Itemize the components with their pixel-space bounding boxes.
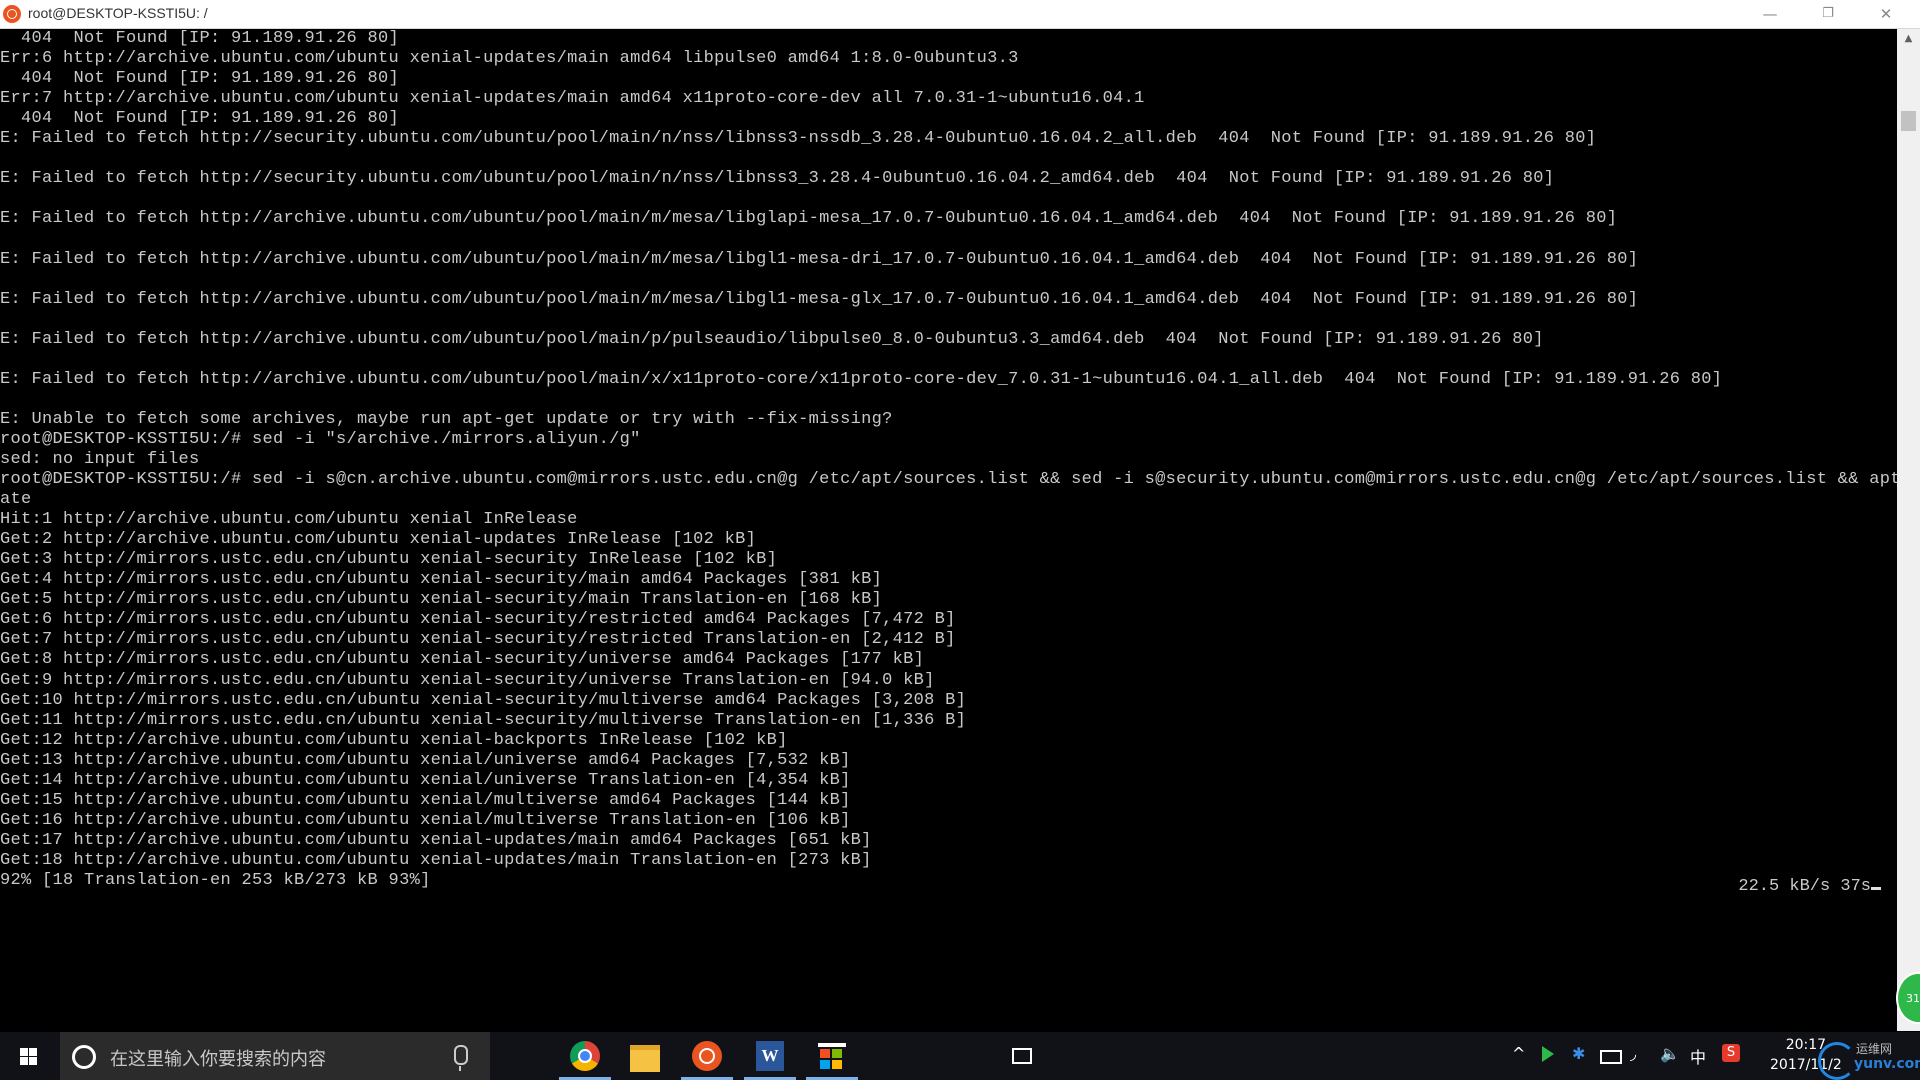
terminal-line: E: Failed to fetch http://archive.ubuntu… <box>0 209 1618 229</box>
file-explorer-icon <box>630 1045 660 1072</box>
cortana-icon <box>72 1045 96 1069</box>
bluetooth-icon[interactable]: ✱ <box>1572 1044 1585 1063</box>
chrome-icon <box>570 1041 600 1071</box>
terminal-line: E: Failed to fetch http://security.ubunt… <box>0 129 1597 149</box>
sogou-icon[interactable]: S <box>1722 1044 1740 1062</box>
terminal-line: E: Failed to fetch http://archive.ubuntu… <box>0 329 1544 349</box>
volume-icon[interactable]: 🔈 <box>1660 1044 1680 1063</box>
ime-indicator[interactable]: 中 <box>1690 1044 1706 1068</box>
play-icon[interactable] <box>1542 1046 1554 1062</box>
vertical-scrollbar[interactable]: ▲ <box>1897 29 1920 1031</box>
terminal-line: Get:18 http://archive.ubuntu.com/ubuntu … <box>0 850 872 870</box>
terminal-line: Get:3 http://mirrors.ustc.edu.cn/ubuntu … <box>0 550 778 570</box>
download-speed-status: 22.5 kB/s 37s <box>1738 877 1881 896</box>
ubuntu-icon <box>692 1041 722 1071</box>
watermark-line2: yunv.com <box>1854 1056 1920 1072</box>
watermark-line1: 运维网 <box>1856 1042 1893 1056</box>
terminal-line: Hit:1 http://archive.ubuntu.com/ubuntu x… <box>0 510 578 530</box>
terminal-line: sed: no input files <box>0 449 200 469</box>
terminal-line: Get:12 http://archive.ubuntu.com/ubuntu … <box>0 730 788 750</box>
terminal-line: Get:14 http://archive.ubuntu.com/ubuntu … <box>0 770 851 790</box>
window-title: root@DESKTOP-KSSTI5U: / <box>28 5 208 21</box>
file-explorer-taskbar-button[interactable] <box>615 1032 675 1080</box>
terminal-line: Get:4 http://mirrors.ustc.edu.cn/ubuntu … <box>0 570 883 590</box>
task-view-button[interactable] <box>500 1032 1032 1080</box>
terminal-line: Get:2 http://archive.ubuntu.com/ubuntu x… <box>0 530 757 550</box>
maximize-button[interactable]: ❐ <box>1799 0 1857 28</box>
start-button[interactable] <box>0 1032 58 1080</box>
terminal-line: 404 Not Found [IP: 91.189.91.26 80] <box>0 109 400 129</box>
store-taskbar-button[interactable] <box>802 1032 862 1080</box>
terminal-line: Get:16 http://archive.ubuntu.com/ubuntu … <box>0 810 851 830</box>
arrow-up-icon[interactable]: ▲ <box>1897 29 1920 49</box>
chrome-taskbar-button[interactable] <box>555 1032 615 1080</box>
terminal-line: Get:6 http://mirrors.ustc.edu.cn/ubuntu … <box>0 610 956 630</box>
search-box[interactable]: 在这里输入你要搜索的内容 <box>60 1032 490 1080</box>
terminal-line: Get:13 http://archive.ubuntu.com/ubuntu … <box>0 750 851 770</box>
terminal-line: Get:15 http://archive.ubuntu.com/ubuntu … <box>0 790 851 810</box>
terminal-line: E: Failed to fetch http://security.ubunt… <box>0 169 1555 189</box>
terminal-line: 404 Not Found [IP: 91.189.91.26 80] <box>0 29 400 48</box>
terminal-line: 92% [18 Translation-en 253 kB/273 kB 93%… <box>0 870 431 890</box>
show-hidden-icons-chevron-icon[interactable]: ^ <box>1512 1044 1525 1063</box>
terminal-line: Get:8 http://mirrors.ustc.edu.cn/ubuntu … <box>0 650 925 670</box>
close-button[interactable]: ✕ <box>1857 0 1915 28</box>
terminal-lines: 404 Not Found [IP: 91.189.91.26 80] Err:6… <box>0 29 1897 891</box>
terminal-line: 404 Not Found [IP: 91.189.91.26 80] <box>0 69 400 89</box>
ubuntu-icon <box>3 5 21 23</box>
taskbar: 在这里输入你要搜索的内容 W ^ ✱ ◞ 🔈 中 S 20:17 2017/11… <box>0 1032 1920 1080</box>
scroll-thumb[interactable] <box>1901 111 1916 131</box>
watermark: 运维网 yunv.com <box>1818 1036 1920 1080</box>
terminal-line: Get:9 http://mirrors.ustc.edu.cn/ubuntu … <box>0 670 935 690</box>
windows-start-icon <box>20 1048 37 1065</box>
store-icon <box>818 1043 846 1073</box>
task-view-icon <box>1010 1046 1032 1064</box>
microphone-icon[interactable] <box>454 1045 468 1071</box>
text-cursor <box>1871 887 1881 890</box>
ubuntu-taskbar-button[interactable] <box>677 1032 737 1080</box>
terminal-line: Get:7 http://mirrors.ustc.edu.cn/ubuntu … <box>0 630 956 650</box>
terminal-line: E: Failed to fetch http://archive.ubuntu… <box>0 289 1639 309</box>
word-icon: W <box>756 1041 784 1071</box>
terminal-line: Get:5 http://mirrors.ustc.edu.cn/ubuntu … <box>0 590 883 610</box>
terminal-line: Err:6 http://archive.ubuntu.com/ubuntu x… <box>0 49 1019 69</box>
terminal-line: root@DESKTOP-KSSTI5U:/# sed -i "s/archiv… <box>0 429 641 449</box>
minimize-button[interactable]: — <box>1741 0 1799 28</box>
terminal-line: root@DESKTOP-KSSTI5U:/# sed -i s@cn.arch… <box>0 470 1897 490</box>
battery-icon[interactable] <box>1600 1050 1622 1064</box>
terminal-line: Get:17 http://archive.ubuntu.com/ubuntu … <box>0 830 872 850</box>
terminal-line: Get:11 http://mirrors.ustc.edu.cn/ubuntu… <box>0 710 967 730</box>
terminal-line: E: Unable to fetch some archives, maybe … <box>0 409 893 429</box>
terminal-line: E: Failed to fetch http://archive.ubuntu… <box>0 249 1639 269</box>
title-bar[interactable]: root@DESKTOP-KSSTI5U: / — ❐ ✕ <box>0 0 1920 29</box>
terminal-output[interactable]: 404 Not Found [IP: 91.189.91.26 80] Err:6… <box>0 29 1897 1031</box>
terminal-line: Get:10 http://mirrors.ustc.edu.cn/ubuntu… <box>0 690 967 710</box>
wifi-icon[interactable]: ◞ <box>1630 1044 1636 1063</box>
terminal-line: ate <box>0 490 32 510</box>
watermark-logo-icon <box>1818 1042 1856 1080</box>
word-taskbar-button[interactable]: W <box>740 1032 800 1080</box>
search-placeholder: 在这里输入你要搜索的内容 <box>110 1049 326 1070</box>
terminal-line: Err:7 http://archive.ubuntu.com/ubuntu x… <box>0 89 1145 109</box>
terminal-line: E: Failed to fetch http://archive.ubuntu… <box>0 369 1723 389</box>
